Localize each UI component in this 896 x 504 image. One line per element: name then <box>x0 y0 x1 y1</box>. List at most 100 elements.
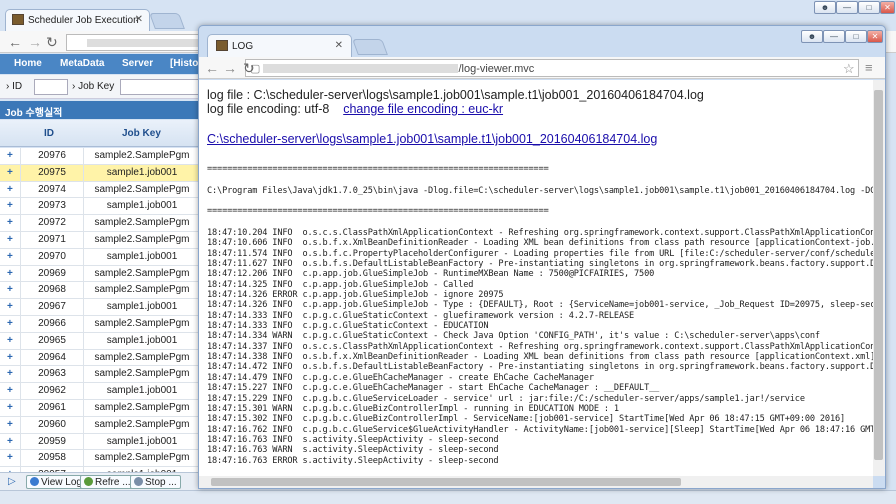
row-id: 20966 <box>38 317 66 329</box>
table-row[interactable]: +20965 sample1.job001 <box>0 332 200 350</box>
change-encoding-link[interactable]: change file encoding : euc-kr <box>343 102 503 116</box>
grid-buttons: ▷ View Log Refre ... Stop ... <box>0 472 200 490</box>
row-id: 20969 <box>38 267 66 279</box>
log-user-icon[interactable]: ☻ <box>801 30 823 43</box>
log-file-link[interactable]: C:\scheduler-server\logs\sample1.job001\… <box>207 132 657 146</box>
expand-row-icon[interactable]: + <box>7 352 13 363</box>
job-key-input[interactable] <box>120 79 200 95</box>
menu-server[interactable]: Server <box>122 58 153 69</box>
table-row[interactable]: +20976 sample2.SamplePgm <box>0 148 200 165</box>
table-row[interactable]: +20970 sample1.job001 <box>0 248 200 266</box>
menu-home[interactable]: Home <box>14 58 42 69</box>
forward-icon[interactable]: → <box>28 34 42 50</box>
stop-button[interactable]: Stop ... <box>130 475 181 489</box>
status-bar <box>0 490 896 504</box>
back-icon[interactable]: ← <box>8 34 22 50</box>
row-id: 20973 <box>38 200 66 212</box>
expand-row-icon[interactable]: + <box>7 284 13 295</box>
view-log-icon <box>30 477 39 486</box>
log-line: 18:47:14.472 INFO o.s.b.f.s.DefaultLista… <box>207 362 873 373</box>
log-line: 18:47:16.762 INFO c.p.g.b.c.GlueService$… <box>207 424 873 435</box>
expand-row-icon[interactable]: + <box>7 436 13 447</box>
row-job-key: sample2.SamplePgm <box>94 284 190 296</box>
table-row[interactable]: +20975 sample1.job001 <box>0 164 200 182</box>
expand-row-icon[interactable]: + <box>7 150 13 161</box>
minimize-button[interactable]: — <box>836 1 858 14</box>
expand-row-icon[interactable]: + <box>7 301 13 312</box>
log-forward-icon[interactable]: → <box>223 60 237 76</box>
table-row[interactable]: +20961 sample2.SamplePgm <box>0 399 200 417</box>
expand-row-icon[interactable]: + <box>7 368 13 379</box>
expand-row-icon[interactable]: + <box>7 184 13 195</box>
table-row[interactable]: +20960 sample2.SamplePgm <box>0 416 200 434</box>
log-close-window-button[interactable]: ✕ <box>867 30 883 43</box>
table-row[interactable]: +20974 sample2.SamplePgm <box>0 181 200 199</box>
table-row[interactable]: +20966 sample2.SamplePgm <box>0 315 200 333</box>
log-line: 18:47:15.229 INFO c.p.g.b.c.GlueServiceL… <box>207 393 805 404</box>
table-row[interactable]: +20972 sample2.SamplePgm <box>0 215 200 232</box>
close-tab-icon[interactable]: ✕ <box>135 14 143 25</box>
tab-log[interactable]: LOG ✕ <box>207 34 352 57</box>
log-line: 18:47:10.204 INFO o.s.c.s.ClassPathXmlAp… <box>207 228 873 238</box>
reload-icon[interactable]: ↻ <box>46 34 58 51</box>
table-row[interactable]: +20967 sample1.job001 <box>0 299 200 316</box>
table-row[interactable]: +20973 sample1.job001 <box>0 198 200 216</box>
refresh-button[interactable]: Refre ... <box>80 475 135 489</box>
log-page-icon <box>216 40 228 51</box>
main-menu: Home MetaData Server [Histo <box>0 54 200 74</box>
expand-row-icon[interactable]: + <box>7 402 13 413</box>
tab-scheduler[interactable]: Scheduler Job Execution ✕ <box>5 9 150 31</box>
row-id: 20960 <box>38 418 66 430</box>
table-row[interactable]: +20958 sample2.SamplePgm <box>0 450 200 468</box>
expand-row-icon[interactable]: + <box>7 234 13 245</box>
expand-row-icon[interactable]: + <box>7 167 13 178</box>
table-row[interactable]: +20968 sample2.SamplePgm <box>0 282 200 300</box>
col-job-key[interactable]: Job Key <box>122 128 161 139</box>
view-log-button[interactable]: View Log <box>26 475 86 489</box>
close-window-button[interactable]: ✕ <box>880 1 895 14</box>
user-icon[interactable]: ☻ <box>814 1 836 14</box>
log-close-tab-icon[interactable]: ✕ <box>335 40 343 51</box>
maximize-button[interactable]: □ <box>858 1 880 14</box>
vertical-scroll-thumb[interactable] <box>874 90 883 460</box>
log-minimize-button[interactable]: — <box>823 30 845 43</box>
log-back-icon[interactable]: ← <box>205 60 219 76</box>
menu-icon[interactable]: ≡ <box>865 60 873 75</box>
expand-row-icon[interactable]: + <box>7 452 13 463</box>
expand-row-icon[interactable]: + <box>7 419 13 430</box>
expand-row-icon[interactable]: + <box>7 318 13 329</box>
row-id: 20972 <box>38 217 66 229</box>
expand-row-icon[interactable]: + <box>7 268 13 279</box>
expand-row-icon[interactable]: + <box>7 385 13 396</box>
row-job-key: sample2.SamplePgm <box>94 267 190 279</box>
log-toolbar: ← → ▢ /log-viewer.mvc ☆ ≡ <box>199 57 885 79</box>
row-job-key: sample1.job001 <box>106 301 178 313</box>
expand-icon[interactable]: ▷ <box>8 476 16 487</box>
row-id: 20967 <box>38 301 66 313</box>
expand-row-icon[interactable]: + <box>7 335 13 346</box>
horizontal-scroll-thumb[interactable] <box>211 478 681 486</box>
table-row[interactable]: +20971 sample2.SamplePgm <box>0 231 200 249</box>
table-row[interactable]: +20964 sample2.SamplePgm <box>0 349 200 367</box>
menu-metadata[interactable]: MetaData <box>60 58 104 69</box>
log-address-bar[interactable]: ▢ /log-viewer.mvc <box>245 59 859 77</box>
log-file-path: log file : C:\scheduler-server\logs\samp… <box>207 88 704 102</box>
vertical-scrollbar[interactable] <box>873 80 885 476</box>
menu-history[interactable]: [Histo <box>170 58 198 69</box>
table-row[interactable]: +20963 sample2.SamplePgm <box>0 366 200 384</box>
horizontal-scrollbar[interactable] <box>199 476 873 488</box>
table-row[interactable]: +20959 sample1.job001 <box>0 433 200 451</box>
log-new-tab-button[interactable] <box>352 39 388 55</box>
bookmark-star-icon[interactable]: ☆ <box>843 61 855 77</box>
table-row[interactable]: +20962 sample1.job001 <box>0 383 200 400</box>
log-maximize-button[interactable]: □ <box>845 30 867 43</box>
id-input[interactable] <box>34 79 68 95</box>
expand-row-icon[interactable]: + <box>7 251 13 262</box>
log-line: 18:47:14.325 INFO c.p.app.job.GlueSimple… <box>207 279 474 290</box>
new-tab-button[interactable] <box>149 13 185 29</box>
expand-row-icon[interactable]: + <box>7 217 13 228</box>
col-id[interactable]: ID <box>44 128 54 139</box>
log-reload-icon[interactable]: ↻ <box>243 60 255 77</box>
expand-row-icon[interactable]: + <box>7 200 13 211</box>
table-row[interactable]: +20969 sample2.SamplePgm <box>0 265 200 283</box>
